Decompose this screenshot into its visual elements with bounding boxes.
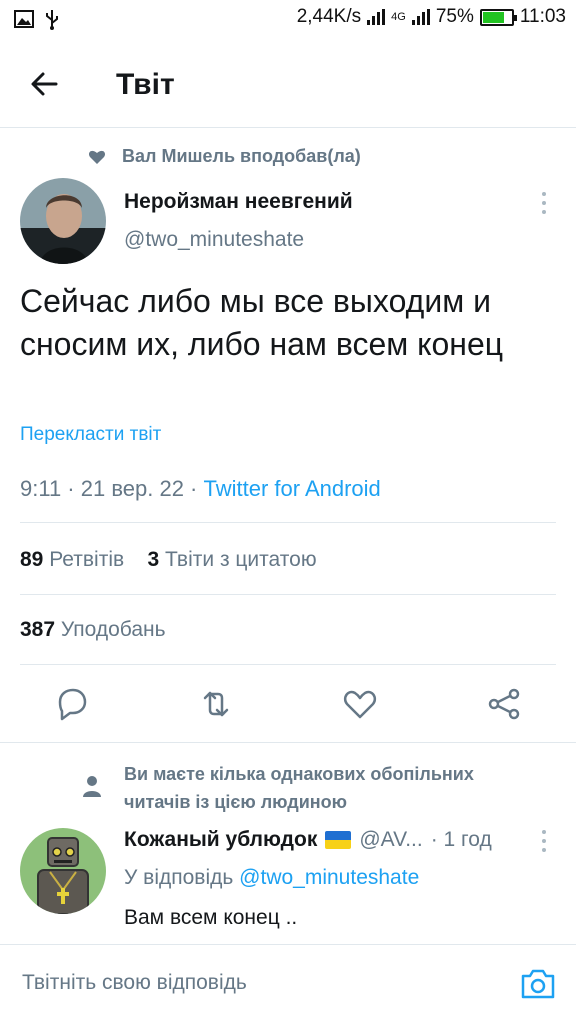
reply-header: Кожаный ублюдок @AV... · 1 год	[124, 828, 492, 852]
likes-label: Уподобань	[60, 618, 166, 641]
page-title: Твіт	[116, 68, 175, 101]
more-icon	[534, 192, 554, 214]
likes-stat[interactable]: 387 Уподобань	[20, 618, 166, 642]
author-name[interactable]: Неройзман неевгений	[124, 190, 353, 214]
stats-row-retweets: 89 Ретвітів 3 Твіти з цитатою	[20, 548, 317, 572]
share-button[interactable]	[484, 684, 524, 724]
divider	[20, 664, 556, 665]
quotes-stat[interactable]: 3 Твіти з цитатою	[148, 548, 317, 571]
reply-composer	[0, 944, 576, 1024]
camera-button[interactable]	[520, 967, 556, 1001]
reply-author-handle[interactable]: @AV...	[359, 828, 422, 852]
back-arrow-icon	[31, 72, 58, 96]
quotes-count: 3	[147, 548, 160, 571]
reply-icon	[58, 688, 87, 721]
reply-button[interactable]	[52, 684, 92, 724]
author-avatar[interactable]	[20, 178, 106, 264]
reply-more-button[interactable]	[534, 830, 554, 856]
tweet-meta: 9:11 · 21 вер. 22 · Twitter for Android	[20, 476, 381, 502]
retweet-icon	[203, 691, 229, 717]
battery-icon	[479, 8, 517, 26]
retweets-count: 89	[20, 548, 44, 571]
likes-count: 387	[20, 618, 56, 641]
mutual-followers-notice: Ви маєте кілька однакових обопільних чит…	[82, 760, 544, 816]
like-icon	[343, 690, 377, 719]
reply-text: Вам всем конец ..	[124, 906, 298, 929]
replying-prefix: У відповідь	[124, 866, 234, 889]
tweet-more-button[interactable]	[534, 192, 554, 218]
ukraine-flag-icon	[325, 831, 352, 849]
retweets-stat[interactable]: 89 Ретвітів	[20, 548, 124, 571]
retweet-button[interactable]	[196, 684, 236, 724]
signal-icon-2	[411, 9, 430, 25]
usb-icon	[44, 8, 60, 35]
quotes-label: Твіти з цитатою	[165, 548, 317, 571]
section-divider	[0, 742, 576, 743]
like-button[interactable]	[340, 684, 380, 724]
battery-percent: 75%	[435, 6, 474, 27]
image-icon	[14, 10, 34, 33]
reply-input[interactable]	[22, 971, 482, 995]
more-icon	[534, 830, 554, 852]
tweet-text: Сейчас либо мы все выходим и сносим их, …	[20, 283, 504, 362]
tweet-timestamp: 9:11 · 21 вер. 22 ·	[20, 476, 204, 501]
reply-author-name[interactable]: Кожаный ублюдок	[124, 828, 317, 852]
reply-author-avatar[interactable]	[20, 828, 106, 914]
author-handle[interactable]: @two_minuteshate	[124, 228, 304, 252]
reply-time: · 1 год	[430, 828, 492, 851]
status-bar: 2,44K/s 4G 75% 11:03	[0, 0, 576, 40]
replying-to: У відповідь @two_minuteshate	[124, 866, 419, 890]
camera-icon	[521, 969, 555, 999]
tweet-client-link[interactable]: Twitter for Android	[203, 476, 380, 501]
share-icon	[488, 688, 520, 720]
signal-icon	[367, 9, 386, 25]
action-bar	[0, 684, 576, 728]
social-context-text: Вал Мишель вподобав(ла)	[122, 146, 361, 166]
network-type: 4G	[391, 11, 406, 23]
translate-link[interactable]: Перекласти твіт	[20, 424, 161, 446]
back-button[interactable]	[26, 66, 66, 102]
social-context[interactable]: Вал Мишель вподобав(ла)	[88, 146, 361, 167]
heart-icon	[88, 150, 106, 164]
divider	[20, 594, 556, 595]
mutual-followers-text: Ви маєте кілька однакових обопільних чит…	[124, 764, 474, 812]
network-speed: 2,44K/s	[296, 6, 362, 27]
replying-mention-link[interactable]: @two_minuteshate	[239, 866, 419, 889]
retweets-label: Ретвітів	[49, 548, 125, 571]
divider	[20, 522, 556, 523]
app-header: Твіт	[0, 40, 576, 128]
clock: 11:03	[519, 6, 566, 27]
person-icon	[83, 776, 101, 797]
